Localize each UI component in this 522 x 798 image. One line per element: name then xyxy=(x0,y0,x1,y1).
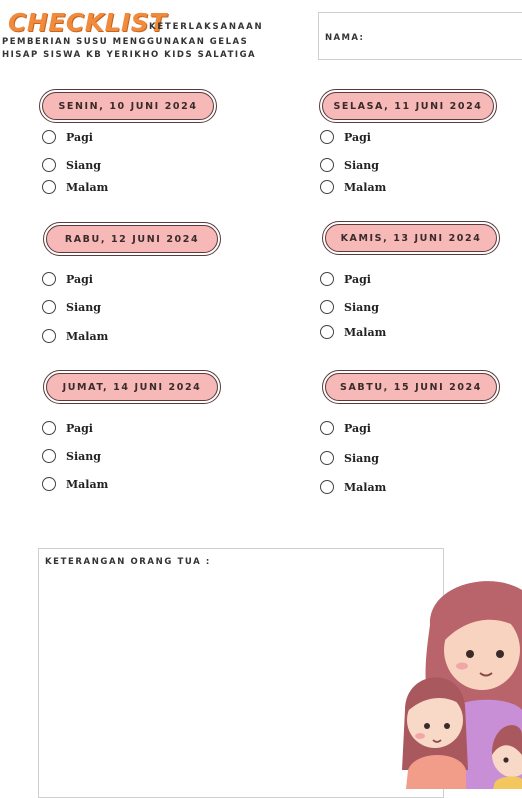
option-label: Siang xyxy=(66,449,101,463)
day-pill-senin: SENIN, 10 JUNI 2024 xyxy=(39,89,217,123)
radio-button[interactable] xyxy=(320,180,334,194)
option-label: Malam xyxy=(66,329,109,343)
day-label: SELASA, 11 JUNI 2024 xyxy=(333,101,483,112)
radio-button[interactable] xyxy=(320,300,334,314)
day-pill-sabtu: SABTU, 15 JUNI 2024 xyxy=(322,370,500,404)
subtitle-line-1: PEMBERIAN SUSU MENGGUNAKAN GELAS xyxy=(2,37,249,47)
parent-notes-label: KETERANGAN ORANG TUA : xyxy=(45,557,211,567)
option-label: Siang xyxy=(344,158,379,172)
radio-button[interactable] xyxy=(320,480,334,494)
option-jumat-malam[interactable]: Malam xyxy=(42,477,108,491)
name-field[interactable]: NAMA: xyxy=(318,12,522,60)
title-rest: KETERLAKSANAAN xyxy=(149,22,264,32)
option-label: Siang xyxy=(66,158,101,172)
radio-button[interactable] xyxy=(42,158,56,172)
option-rabu-malam[interactable]: Malam xyxy=(42,329,108,343)
option-label: Pagi xyxy=(66,130,93,144)
radio-button[interactable] xyxy=(42,477,56,491)
radio-button[interactable] xyxy=(320,272,334,286)
option-sabtu-malam[interactable]: Malam xyxy=(320,480,386,494)
option-kamis-malam[interactable]: Malam xyxy=(320,325,386,339)
radio-button[interactable] xyxy=(42,329,56,343)
option-label: Pagi xyxy=(344,421,371,435)
option-label: Pagi xyxy=(344,272,371,286)
parent-notes-field[interactable]: KETERANGAN ORANG TUA : xyxy=(38,548,444,798)
day-label: RABU, 12 JUNI 2024 xyxy=(64,234,200,245)
option-label: Malam xyxy=(344,480,387,494)
option-label: Malam xyxy=(66,180,109,194)
option-label: Malam xyxy=(344,180,387,194)
option-selasa-malam[interactable]: Malam xyxy=(320,180,386,194)
day-pill-jumat: JUMAT, 14 JUNI 2024 xyxy=(43,370,221,404)
radio-button[interactable] xyxy=(320,451,334,465)
radio-button[interactable] xyxy=(42,449,56,463)
day-label: SENIN, 10 JUNI 2024 xyxy=(58,101,198,112)
option-senin-pagi[interactable]: Pagi xyxy=(42,130,93,144)
option-label: Malam xyxy=(66,477,109,491)
option-label: Siang xyxy=(344,300,379,314)
option-label: Pagi xyxy=(66,272,93,286)
option-label: Siang xyxy=(66,300,101,314)
subtitle-line-2: HISAP SISWA KB YERIKHO KIDS SALATIGA xyxy=(2,50,257,60)
option-senin-siang[interactable]: Siang xyxy=(42,158,101,172)
option-rabu-pagi[interactable]: Pagi xyxy=(42,272,93,286)
day-label: SABTU, 15 JUNI 2024 xyxy=(340,382,482,393)
radio-button[interactable] xyxy=(320,158,334,172)
day-label: KAMIS, 13 JUNI 2024 xyxy=(340,233,482,244)
radio-button[interactable] xyxy=(320,130,334,144)
option-senin-malam[interactable]: Malam xyxy=(42,180,108,194)
radio-button[interactable] xyxy=(42,421,56,435)
option-jumat-pagi[interactable]: Pagi xyxy=(42,421,93,435)
option-kamis-siang[interactable]: Siang xyxy=(320,300,379,314)
option-label: Pagi xyxy=(66,421,93,435)
day-pill-kamis: KAMIS, 13 JUNI 2024 xyxy=(322,221,500,255)
radio-button[interactable] xyxy=(42,300,56,314)
checklist-title: CHECKLIST xyxy=(8,8,167,37)
name-label: NAMA: xyxy=(325,33,365,43)
option-sabtu-siang[interactable]: Siang xyxy=(320,451,379,465)
option-label: Pagi xyxy=(344,130,371,144)
day-label: JUMAT, 14 JUNI 2024 xyxy=(62,382,202,393)
option-jumat-siang[interactable]: Siang xyxy=(42,449,101,463)
radio-button[interactable] xyxy=(42,272,56,286)
option-rabu-siang[interactable]: Siang xyxy=(42,300,101,314)
mother-and-children-illustration xyxy=(400,570,522,789)
option-sabtu-pagi[interactable]: Pagi xyxy=(320,421,371,435)
radio-button[interactable] xyxy=(320,421,334,435)
option-label: Siang xyxy=(344,451,379,465)
mother-and-children-icon xyxy=(402,581,522,789)
option-label: Malam xyxy=(344,325,387,339)
option-selasa-pagi[interactable]: Pagi xyxy=(320,130,371,144)
option-kamis-pagi[interactable]: Pagi xyxy=(320,272,371,286)
radio-button[interactable] xyxy=(42,130,56,144)
option-selasa-siang[interactable]: Siang xyxy=(320,158,379,172)
radio-button[interactable] xyxy=(320,325,334,339)
day-pill-selasa: SELASA, 11 JUNI 2024 xyxy=(319,89,497,123)
radio-button[interactable] xyxy=(42,180,56,194)
day-pill-rabu: RABU, 12 JUNI 2024 xyxy=(43,222,221,256)
